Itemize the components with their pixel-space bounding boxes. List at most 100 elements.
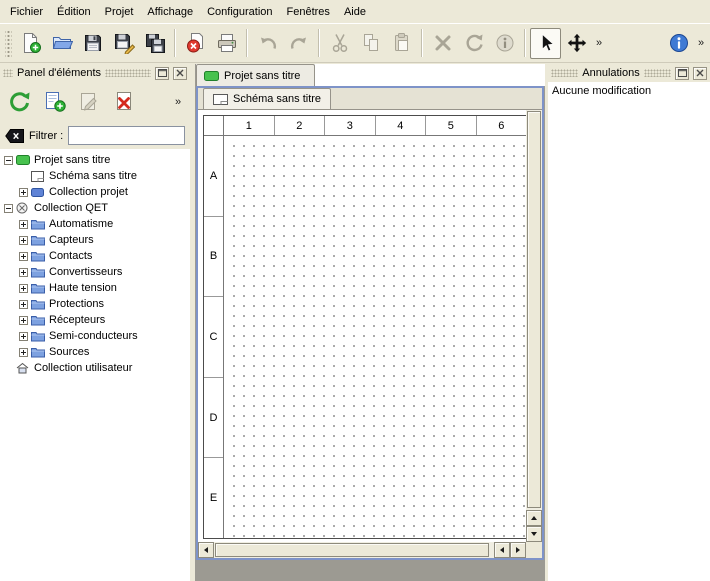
reload-collections-button[interactable]	[5, 87, 35, 117]
open-document-button[interactable]	[46, 28, 77, 59]
tree-item-collection-qet[interactable]: Collection QET	[0, 200, 190, 216]
menu-item-fichier[interactable]: Fichier	[3, 0, 50, 23]
save-icon	[82, 32, 104, 54]
dock-handle[interactable]	[3, 69, 13, 77]
filter-clear-button[interactable]	[5, 129, 24, 143]
grid-area[interactable]	[225, 137, 526, 538]
delete-selection-button[interactable]	[427, 28, 458, 59]
menu-item-configuration[interactable]: Configuration	[200, 0, 279, 23]
undo-list[interactable]: Aucune modification	[548, 82, 710, 581]
print-button[interactable]	[211, 28, 242, 59]
tree-item-collection-utilisateur[interactable]: Collection utilisateur	[0, 360, 190, 376]
toolbar-grip[interactable]	[5, 29, 12, 57]
tree-item-label: Contacts	[48, 250, 92, 262]
copy-button[interactable]	[355, 28, 386, 59]
selection-info-button[interactable]	[489, 28, 520, 59]
scroll-left-button[interactable]	[198, 542, 214, 558]
tree-item-projet-sans-titre[interactable]: Projet sans titre	[0, 152, 190, 168]
element-tree[interactable]: Projet sans titreSchéma sans titreCollec…	[0, 149, 190, 581]
scroll-down-button[interactable]	[526, 526, 542, 542]
redo-button[interactable]	[283, 28, 314, 59]
collapse-icon[interactable]	[4, 204, 13, 213]
folder-icon	[31, 330, 48, 342]
expand-icon[interactable]	[19, 316, 28, 325]
collapse-icon[interactable]	[4, 156, 13, 165]
paste-button[interactable]	[386, 28, 417, 59]
save-button[interactable]	[77, 28, 108, 59]
mdi-area: Projet sans titre Schéma sans titre 1234…	[190, 64, 548, 581]
close-icon	[696, 69, 704, 77]
menu-item-affichage[interactable]: Affichage	[140, 0, 200, 23]
tree-item-semi-conducteurs[interactable]: Semi-conducteurs	[0, 328, 190, 344]
tree-item-capteurs[interactable]: Capteurs	[0, 232, 190, 248]
tree-item-protections[interactable]: Protections	[0, 296, 190, 312]
new-document-icon	[20, 32, 42, 54]
close-document-button[interactable]	[180, 28, 211, 59]
toolbar-extension-button[interactable]: »	[694, 28, 708, 59]
float-panel-button[interactable]	[155, 67, 169, 80]
expander-spacer	[19, 172, 28, 181]
horizontal-scrollbar-thumb[interactable]	[215, 543, 489, 557]
tree-item-collection-projet[interactable]: Collection projet	[0, 184, 190, 200]
tree-item-automatisme[interactable]: Automatisme	[0, 216, 190, 232]
tab-project[interactable]: Projet sans titre	[196, 64, 315, 86]
tree-item-haute-tension[interactable]: Haute tension	[0, 280, 190, 296]
vertical-scrollbar-thumb[interactable]	[527, 111, 541, 508]
project-icon	[16, 155, 33, 165]
close-document-icon	[185, 32, 207, 54]
rotate-selection-button[interactable]	[458, 28, 489, 59]
about-button[interactable]	[663, 28, 694, 59]
toolbar-extension-button[interactable]: »	[592, 28, 606, 59]
tree-item-sources[interactable]: Sources	[0, 344, 190, 360]
expand-icon[interactable]	[19, 332, 28, 341]
pan-mode-button[interactable]	[561, 28, 592, 59]
close-panel-button[interactable]	[693, 67, 707, 80]
filter-label: Filtrer :	[29, 130, 63, 142]
undo-button[interactable]	[252, 28, 283, 59]
diagram-view[interactable]: 123456 ABCDE	[198, 110, 542, 558]
dock-handle[interactable]	[105, 69, 151, 77]
folder-icon	[31, 266, 48, 278]
filter-input[interactable]	[68, 126, 185, 145]
expand-icon[interactable]	[19, 236, 28, 245]
vertical-scrollbar[interactable]	[526, 110, 542, 542]
scroll-left-button[interactable]	[494, 542, 510, 558]
expand-icon[interactable]	[19, 188, 28, 197]
save-as-button[interactable]	[108, 28, 139, 59]
expand-icon[interactable]	[19, 252, 28, 261]
tree-item-convertisseurs[interactable]: Convertisseurs	[0, 264, 190, 280]
float-panel-button[interactable]	[675, 67, 689, 80]
tab-schema[interactable]: Schéma sans titre	[203, 88, 331, 109]
select-mode-button[interactable]	[530, 28, 561, 59]
horizontal-scrollbar[interactable]	[198, 542, 526, 558]
expand-icon[interactable]	[19, 284, 28, 293]
expand-icon[interactable]	[19, 268, 28, 277]
folder-icon	[31, 218, 48, 230]
cut-button[interactable]	[324, 28, 355, 59]
expand-icon[interactable]	[19, 348, 28, 357]
menu-item-aide[interactable]: Aide	[337, 0, 373, 23]
rotate-icon	[463, 32, 485, 54]
edit-element-button[interactable]	[75, 87, 105, 117]
tree-item-label: Convertisseurs	[48, 266, 122, 278]
scroll-up-button[interactable]	[526, 510, 542, 526]
expand-icon[interactable]	[19, 220, 28, 229]
save-all-button[interactable]	[139, 28, 170, 59]
expand-icon[interactable]	[19, 300, 28, 309]
horizontal-scrollbar-track[interactable]	[214, 542, 494, 558]
tree-item-recepteurs[interactable]: Récepteurs	[0, 312, 190, 328]
tree-item-contacts[interactable]: Contacts	[0, 248, 190, 264]
menu-item-fenetres[interactable]: Fenêtres	[280, 0, 337, 23]
close-panel-button[interactable]	[173, 67, 187, 80]
new-document-button[interactable]	[15, 28, 46, 59]
new-element-button[interactable]	[40, 87, 70, 117]
delete-element-button[interactable]	[110, 87, 140, 117]
elements-panel-titlebar: Panel d'éléments	[0, 64, 190, 82]
dock-handle[interactable]	[644, 69, 671, 77]
menu-item-projet[interactable]: Projet	[98, 0, 141, 23]
menu-item-edition[interactable]: Édition	[50, 0, 98, 23]
toolbar-extension-button[interactable]: »	[171, 87, 185, 118]
scroll-right-button[interactable]	[510, 542, 526, 558]
tree-item-schema-sans-titre[interactable]: Schéma sans titre	[0, 168, 190, 184]
dock-handle[interactable]	[551, 69, 578, 77]
